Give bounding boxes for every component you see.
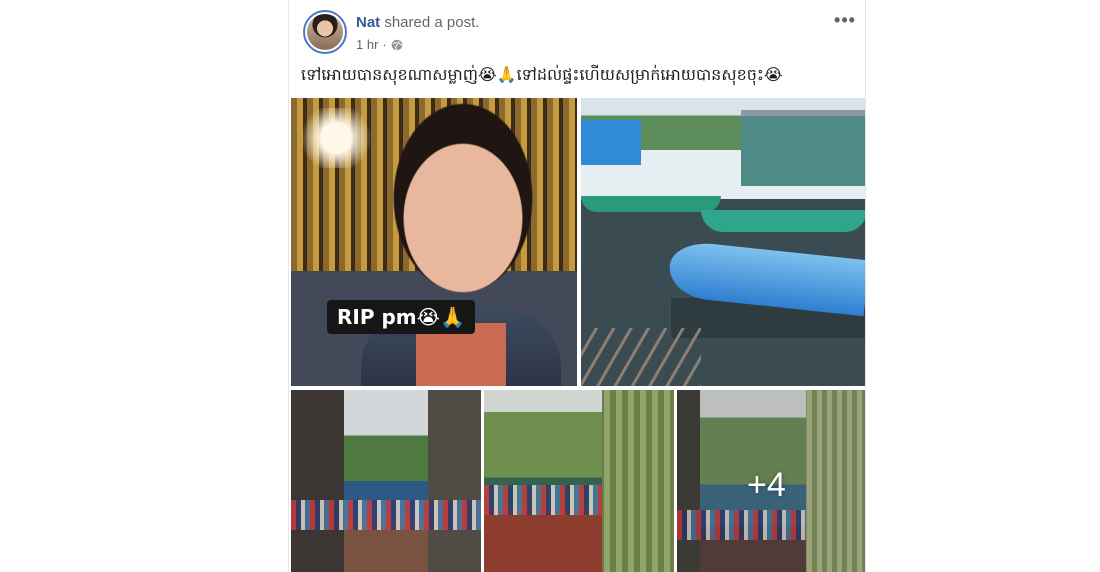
avatar[interactable] (303, 10, 347, 54)
separator-dot: · (382, 37, 387, 52)
photo-2-green-house (741, 116, 865, 186)
photo-3-crowd (291, 500, 481, 530)
photo-4-crowd (484, 485, 602, 515)
photo-2[interactable] (581, 98, 865, 386)
photo-4[interactable] (484, 390, 674, 572)
more-options-button[interactable]: ••• (833, 10, 857, 30)
more-photos-count[interactable]: +4 (747, 466, 786, 505)
post-card: Nat shared a post. 1 hr · ••• ទៅអោយបានសុ… (288, 0, 866, 572)
photo-2-boat (581, 196, 721, 212)
photo-2-boat (701, 210, 865, 232)
globe-icon[interactable] (391, 39, 403, 51)
avatar-image (307, 14, 343, 50)
photo-4-wall (604, 390, 674, 572)
timestamp[interactable]: 1 hr (356, 37, 378, 52)
post-header: Nat shared a post. (356, 14, 479, 31)
photo-3[interactable] (291, 390, 481, 572)
photo-5[interactable]: +4 (677, 390, 865, 572)
rip-caption: RIP pm😭🙏 (327, 300, 475, 334)
photo-2-sticks (581, 328, 701, 386)
post-text: ទៅអោយបានសុខណាសម្លាញ់😭🙏ទៅដល់ផ្ទះហើយសម្រាក… (301, 65, 783, 84)
photo-2-blue-house (581, 120, 641, 165)
post-meta: 1 hr · (356, 37, 403, 52)
photo-1-light (296, 108, 376, 168)
photo-1[interactable]: RIP pm😭🙏 (291, 98, 577, 386)
post-action-text: shared a post. (384, 14, 480, 31)
author-name[interactable]: Nat (356, 14, 380, 31)
